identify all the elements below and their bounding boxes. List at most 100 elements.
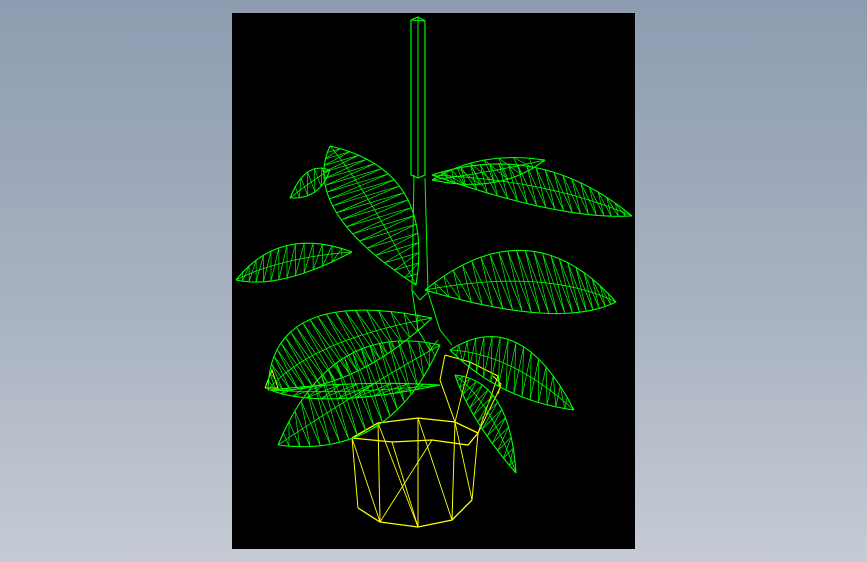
leaf-hatch [300, 400, 311, 447]
leaf-hatch [533, 251, 550, 314]
pot-collar [439, 354, 456, 423]
leaf-hatch [508, 164, 519, 202]
leaf-hatch [235, 272, 243, 281]
leaf-hatch [528, 157, 546, 161]
leaf-hatch [336, 192, 405, 214]
leaf-hatch [276, 349, 306, 389]
leaf-hatch [503, 437, 512, 459]
leaf-3 [431, 163, 633, 217]
leaf-hatch [452, 270, 472, 303]
leaf-hatch [566, 397, 575, 411]
leaf-hatch [449, 349, 457, 357]
leaf-edge [424, 249, 617, 303]
leaf-hatch [460, 167, 477, 190]
leaf-hatch [307, 171, 316, 193]
leaf-hatch [471, 260, 494, 307]
leaf-hatch [366, 223, 417, 249]
pot-side [377, 422, 381, 523]
pot-collar [454, 361, 471, 423]
leaf-hatch [562, 175, 573, 213]
leaf-6 [424, 249, 617, 315]
leaf-hatch [545, 366, 548, 405]
pot-diagonal [391, 441, 419, 528]
leaf-hatch [384, 252, 420, 264]
leaf-hatch [465, 384, 483, 402]
pot-side [351, 437, 359, 509]
leaf-2 [289, 167, 331, 199]
leaf-hatch [268, 380, 276, 391]
leaf-hatch [324, 151, 350, 166]
leaf-hatch [469, 384, 483, 409]
leaf-hatch [328, 368, 350, 440]
leaf-hatch [375, 232, 418, 256]
leaf-hatch [555, 386, 561, 407]
leaf-hatch [529, 352, 532, 400]
leaf-hatch [553, 172, 565, 212]
leaf-hatch [278, 245, 288, 280]
leaf-hatch [580, 182, 597, 216]
leaf-hatch [352, 215, 415, 235]
leaf-hatch [486, 409, 503, 437]
leaf-hatch [580, 182, 589, 215]
leaf-hatch [336, 185, 400, 214]
leaf-edge [424, 289, 617, 315]
leaf-hatch [564, 397, 568, 409]
leaf-hatch [526, 165, 547, 208]
leaf-hatch [462, 264, 483, 305]
leaf-hatch [314, 168, 316, 193]
leaf-hatch [300, 177, 309, 196]
leaf-hatch [390, 311, 403, 344]
leaf-hatch [491, 417, 506, 444]
leaf-hatch [384, 242, 419, 264]
pot-diagonal [377, 422, 419, 528]
leaf-hatch [589, 187, 597, 216]
leaf-hatch [336, 362, 359, 437]
leaf-hatch [535, 167, 547, 208]
leaf-hatch [332, 185, 400, 207]
leaf-hatch [324, 163, 375, 180]
leaf-hatch [475, 338, 477, 373]
leaf-hatch [346, 207, 412, 228]
pot-side [451, 421, 456, 521]
leaf-hatch [508, 164, 528, 204]
leaf-hatch [294, 186, 300, 198]
leaf-hatch [312, 244, 323, 270]
leaf-hatch [538, 366, 547, 403]
leaf-hatch [397, 340, 418, 386]
leaf-hatch [325, 151, 350, 160]
leaf-hatch [325, 148, 341, 160]
plant-wireframe [235, 16, 633, 528]
pot-diagonal [417, 417, 453, 521]
leaf-hatch [544, 169, 565, 212]
leaf-1 [323, 145, 420, 286]
stem-wireframe [410, 16, 453, 351]
leaf-hatch [242, 265, 250, 282]
leaf-hatch [355, 310, 381, 359]
leaf-hatch [552, 375, 557, 407]
leaf-hatch [546, 375, 554, 405]
leaf-hatch [325, 168, 382, 186]
leaf-hatch [369, 345, 391, 417]
leaf-hatch [369, 345, 398, 410]
leaf-hatch [571, 178, 581, 214]
pot-base [357, 499, 473, 528]
leaf-hatch [314, 168, 322, 187]
leaf-hatch [286, 243, 296, 279]
leaf-hatch [329, 173, 389, 200]
leaf-hatch [491, 426, 509, 444]
leaf-hatch [542, 253, 558, 314]
leaf-5 [235, 242, 353, 283]
leaf-hatch [300, 400, 321, 446]
leaf-hatch [571, 178, 589, 215]
leaf-hatch [332, 179, 395, 207]
leaf-hatch [283, 432, 290, 447]
leaf-hatch [466, 341, 470, 368]
leaf-hatch [326, 173, 389, 193]
leaf-hatch [327, 148, 341, 153]
leaf-10 [454, 374, 517, 474]
leaf-hatch [415, 273, 418, 286]
leaf-hatch [325, 313, 358, 372]
leaf-hatch [486, 417, 506, 437]
leaf-hatch [341, 199, 409, 221]
model-viewport[interactable] [232, 13, 635, 549]
